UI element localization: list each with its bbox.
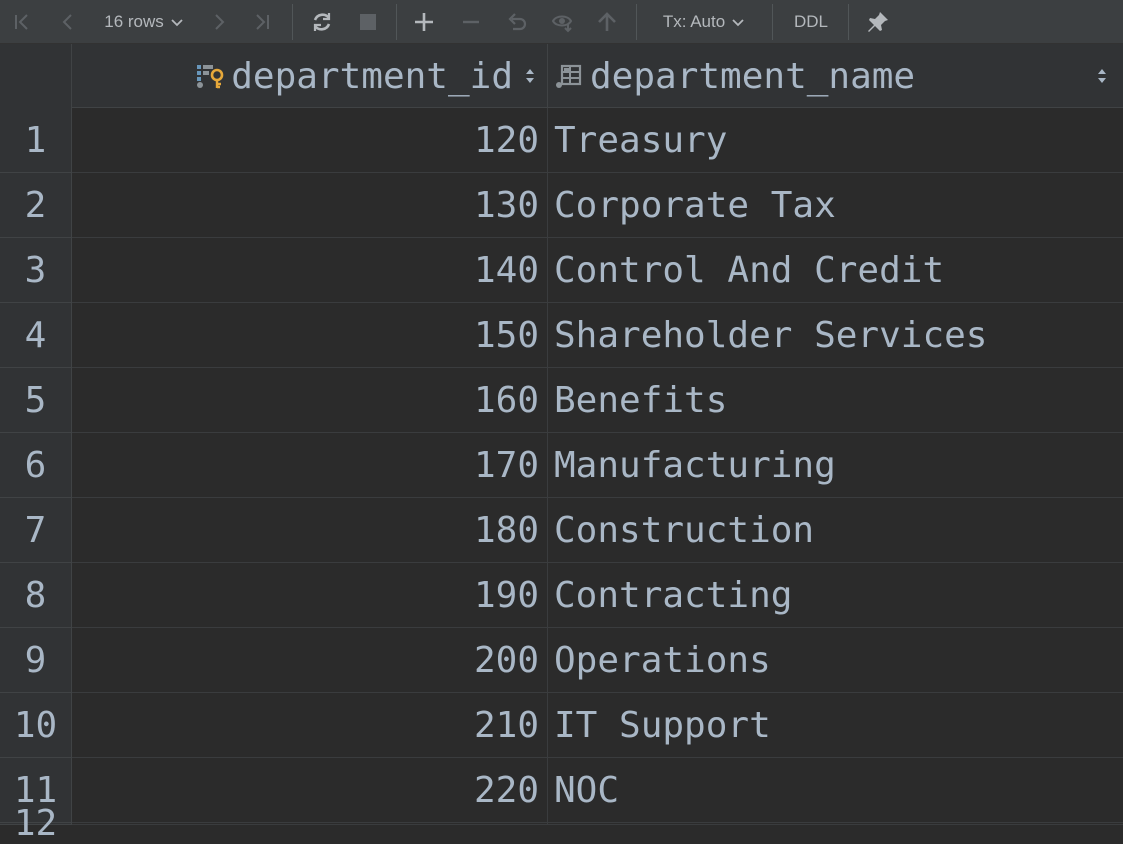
row-number[interactable]: 5	[0, 368, 72, 433]
department-id-cell[interactable]: 200	[72, 628, 548, 693]
department-id-cell[interactable]: 170	[72, 433, 548, 498]
previous-page-icon[interactable]	[54, 0, 82, 44]
sort-icon[interactable]	[1097, 66, 1107, 86]
refresh-icon[interactable]	[306, 0, 338, 44]
department-name-cell[interactable]: Control And Credit	[548, 238, 1123, 303]
department-id-cell[interactable]: 140	[72, 238, 548, 303]
ddl-label: DDL	[793, 12, 828, 31]
column-header-department-id[interactable]: department_id	[72, 44, 548, 108]
row-count-dropdown[interactable]: 16 rows	[96, 0, 192, 44]
row-count-label: 16 rows	[104, 12, 164, 31]
first-page-icon[interactable]	[8, 0, 36, 44]
row-number[interactable]: 8	[0, 563, 72, 628]
table-row[interactable]: 9 200 Operations	[0, 628, 1123, 693]
department-id-cell[interactable]: 130	[72, 173, 548, 238]
chevron-down-icon	[170, 15, 184, 29]
pin-icon[interactable]	[862, 0, 894, 44]
column-header-department-name[interactable]: department_name	[548, 44, 1123, 108]
row-number[interactable]: 3	[0, 238, 72, 303]
department-id-cell[interactable]: 150	[72, 303, 548, 368]
department-name-cell[interactable]: Treasury	[548, 108, 1123, 173]
table-row[interactable]: 10 210 IT Support	[0, 693, 1123, 758]
department-id-cell[interactable]: 180	[72, 498, 548, 563]
preview-changes-icon[interactable]	[548, 0, 578, 44]
toolbar-separator	[292, 4, 293, 40]
table-row[interactable]: 6 170 Manufacturing	[0, 433, 1123, 498]
primary-key-column-icon	[195, 62, 225, 90]
department-name-cell[interactable]: Shareholder Services	[548, 303, 1123, 368]
department-name-cell[interactable]: Construction	[548, 498, 1123, 563]
department-id-cell[interactable]: 210	[72, 693, 548, 758]
header-gutter-corner[interactable]	[0, 44, 72, 108]
table-column-icon	[554, 62, 584, 90]
submit-icon[interactable]	[592, 0, 622, 44]
result-toolbar: 16 rows Tx: Auto DDL	[0, 0, 1123, 44]
result-grid: department_id department_name 1 120 Trea…	[0, 44, 1123, 844]
row-number[interactable]: 6	[0, 433, 72, 498]
stop-icon[interactable]	[354, 0, 382, 44]
table-row[interactable]: 2 130 Corporate Tax	[0, 173, 1123, 238]
department-name-cell[interactable]: Benefits	[548, 368, 1123, 433]
chevron-down-icon	[731, 15, 745, 29]
table-row[interactable]: 1 120 Treasury	[0, 108, 1123, 173]
row-number[interactable]: 1	[0, 108, 72, 173]
transaction-mode-dropdown[interactable]: Tx: Auto	[652, 0, 756, 44]
table-row[interactable]: 5 160 Benefits	[0, 368, 1123, 433]
department-id-cell[interactable]: 160	[72, 368, 548, 433]
department-id-cell[interactable]: 120	[72, 108, 548, 173]
transaction-mode-label: Tx: Auto	[662, 12, 726, 31]
department-name-cell[interactable]: Corporate Tax	[548, 173, 1123, 238]
department-name-cell[interactable]: Contracting	[548, 563, 1123, 628]
table-row[interactable]: 3 140 Control And Credit	[0, 238, 1123, 303]
ddl-button[interactable]: DDL	[786, 0, 836, 44]
delete-row-icon[interactable]	[457, 0, 485, 44]
toolbar-separator	[848, 4, 849, 40]
grid-header: department_id department_name	[0, 44, 1123, 108]
row-number[interactable]: 9	[0, 628, 72, 693]
toolbar-separator	[396, 4, 397, 40]
department-name-cell[interactable]: Manufacturing	[548, 433, 1123, 498]
sort-icon[interactable]	[525, 66, 535, 86]
row-number[interactable]: 7	[0, 498, 72, 563]
table-row[interactable]: 4 150 Shareholder Services	[0, 303, 1123, 368]
row-number[interactable]: 4	[0, 303, 72, 368]
toolbar-separator	[772, 4, 773, 40]
next-page-icon[interactable]	[205, 0, 233, 44]
table-row[interactable]: 7 180 Construction	[0, 498, 1123, 563]
department-id-cell[interactable]: 220	[72, 758, 548, 823]
add-row-icon[interactable]	[410, 0, 438, 44]
column-header-label: department_id	[231, 55, 513, 97]
table-row[interactable]: 8 190 Contracting	[0, 563, 1123, 628]
row-number[interactable]: 10	[0, 693, 72, 758]
table-row[interactable]: 11 220 NOC	[0, 758, 1123, 823]
department-id-cell[interactable]: 190	[72, 563, 548, 628]
department-name-cell[interactable]: NOC	[548, 758, 1123, 823]
department-name-cell[interactable]: Operations	[548, 628, 1123, 693]
last-page-icon[interactable]	[248, 0, 276, 44]
toolbar-separator	[636, 4, 637, 40]
revert-icon[interactable]	[502, 0, 532, 44]
column-header-label: department_name	[590, 55, 916, 97]
department-name-cell[interactable]: IT Support	[548, 693, 1123, 758]
row-number[interactable]: 2	[0, 173, 72, 238]
